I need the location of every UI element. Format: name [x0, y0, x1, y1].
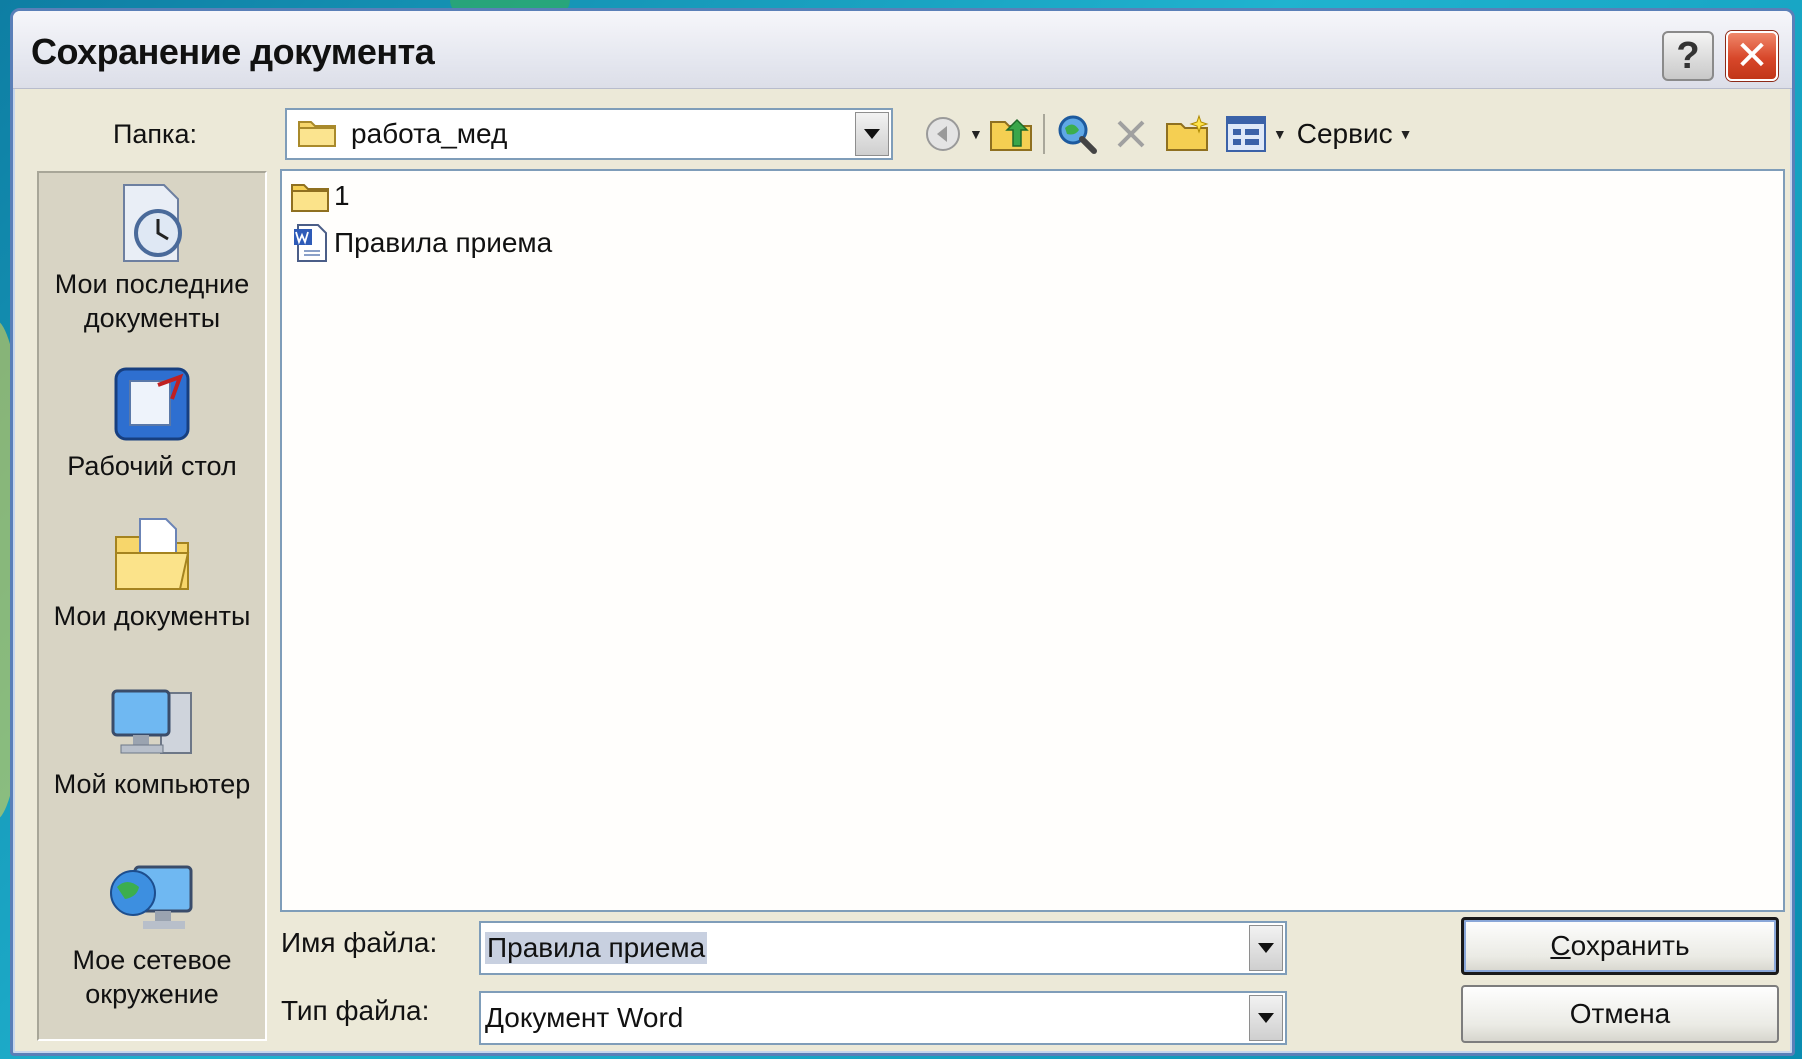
new-folder-icon	[1165, 114, 1209, 151]
title-bar: Сохранение документа ? ✕	[13, 11, 1792, 89]
help-button[interactable]: ?	[1662, 31, 1714, 81]
filetype-label: Тип файла:	[281, 995, 430, 1026]
back-icon	[926, 117, 960, 151]
list-item[interactable]: 1	[290, 179, 350, 213]
filetype-select[interactable]: Документ Word	[479, 991, 1287, 1045]
places-bar: Мои последние документы Рабочий стол Мои…	[37, 171, 267, 1041]
folder-value: работа_мед	[351, 118, 508, 149]
filename-label: Имя файла:	[281, 927, 438, 958]
back-dropdown-arrow-icon[interactable]: ▼	[969, 126, 983, 142]
views-button[interactable]	[1225, 107, 1267, 161]
views-dropdown-arrow-icon[interactable]: ▼	[1273, 126, 1287, 142]
views-icon	[1225, 116, 1266, 152]
cancel-button[interactable]: Отмена	[1461, 985, 1779, 1043]
chevron-down-icon[interactable]	[855, 112, 889, 156]
file-name: 1	[334, 180, 350, 211]
folder-icon	[297, 116, 337, 153]
save-accelerator: С	[1550, 930, 1571, 961]
toolbar: ▼ ▼ Сервис ▼	[923, 107, 1418, 161]
close-icon: ✕	[1735, 34, 1769, 78]
place-recent-documents[interactable]: Мои последние документы	[39, 181, 265, 335]
filename-input[interactable]: Правила приема	[479, 921, 1287, 975]
up-folder-icon	[989, 118, 1032, 151]
desktop-icon	[114, 367, 190, 441]
save-dialog: Сохранение документа ? ✕ Папка: работа_м…	[10, 8, 1795, 1056]
delete-icon	[1117, 120, 1145, 148]
list-item[interactable]: Правила приема	[290, 223, 552, 263]
service-dropdown-arrow-icon[interactable]: ▼	[1399, 126, 1413, 142]
chevron-down-icon[interactable]	[1249, 995, 1283, 1041]
file-list[interactable]: 1 Правила приема	[280, 169, 1785, 912]
search-web-icon	[1058, 115, 1097, 154]
place-label: Мои последние документы	[54, 269, 250, 333]
help-icon: ?	[1676, 34, 1700, 77]
search-web-button[interactable]	[1055, 107, 1099, 161]
folder-icon	[291, 184, 329, 212]
new-folder-button[interactable]	[1165, 107, 1209, 161]
place-desktop[interactable]: Рабочий стол	[39, 363, 265, 483]
chevron-down-icon[interactable]	[1249, 925, 1283, 971]
toolbar-separator	[1042, 114, 1045, 154]
place-label: Мой компьютер	[53, 769, 251, 799]
place-label: Мои документы	[53, 601, 251, 631]
close-button[interactable]: ✕	[1726, 31, 1778, 81]
recent-documents-icon	[123, 184, 182, 262]
my-documents-icon	[115, 518, 190, 590]
filetype-value: Документ Word	[485, 1002, 684, 1033]
place-my-computer[interactable]: Мой компьютер	[39, 685, 265, 801]
folder-label: Папка:	[113, 119, 197, 149]
window-title: Сохранение документа	[31, 31, 435, 72]
word-document-icon	[294, 224, 327, 262]
filename-value: Правила приема	[485, 932, 708, 964]
file-name: Правила приема	[334, 227, 553, 258]
place-label: Мое сетевое окружение	[72, 945, 232, 1009]
network-places-icon	[110, 865, 193, 929]
place-label: Рабочий стол	[67, 451, 237, 481]
folder-select[interactable]: работа_мед	[285, 108, 893, 160]
back-button[interactable]	[923, 107, 963, 161]
place-my-documents[interactable]: Мои документы	[39, 513, 265, 633]
place-network[interactable]: Мое сетевое окружение	[39, 861, 265, 1011]
save-label: охранить	[1570, 930, 1690, 961]
delete-button[interactable]	[1113, 107, 1149, 161]
service-menu[interactable]: Сервис	[1297, 118, 1393, 150]
cancel-label: Отмена	[1569, 998, 1671, 1029]
my-computer-icon	[111, 689, 192, 754]
up-folder-button[interactable]	[989, 107, 1033, 161]
save-button[interactable]: Сохранить	[1461, 917, 1779, 975]
